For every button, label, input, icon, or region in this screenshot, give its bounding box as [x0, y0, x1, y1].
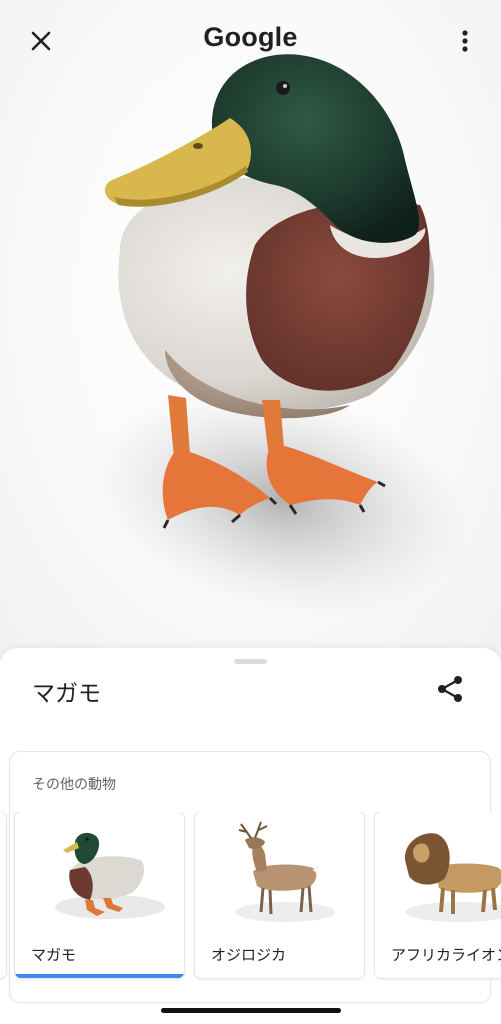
- animal-tile-partial[interactable]: [0, 812, 6, 978]
- more-vert-icon: [462, 30, 468, 52]
- sheet-title: マガモ: [32, 681, 101, 707]
- drag-handle[interactable]: [234, 659, 267, 664]
- deer-thumbnail: [235, 821, 335, 922]
- animal-tile-african-lion[interactable]: アフリカライオン: [375, 812, 501, 978]
- animal-tile-label: オジロジカ: [211, 946, 287, 964]
- animal-tile-label: マガモ: [31, 946, 77, 964]
- more-options-button[interactable]: [453, 24, 477, 58]
- animal-tile-label: アフリカライオン: [391, 946, 501, 964]
- animal-tile-mallard[interactable]: マガモ: [15, 812, 184, 978]
- selected-indicator: [15, 974, 184, 978]
- animal-tile-white-tailed-deer[interactable]: オジロジカ: [195, 812, 364, 978]
- mallard-duck-model[interactable]: [0, 0, 501, 660]
- home-indicator: [161, 1008, 341, 1013]
- 3d-model-viewer[interactable]: Google: [0, 0, 501, 660]
- animal-carousel[interactable]: マガモ オジロジカ アフリカライオン: [0, 812, 501, 982]
- lion-thumbnail: [404, 833, 501, 922]
- share-icon: [438, 676, 462, 702]
- duck-thumbnail: [55, 832, 165, 919]
- other-animals-label: その他の動物: [32, 777, 116, 793]
- share-button[interactable]: [435, 674, 465, 704]
- top-bar: Google: [0, 0, 501, 80]
- google-logo: Google: [203, 22, 298, 52]
